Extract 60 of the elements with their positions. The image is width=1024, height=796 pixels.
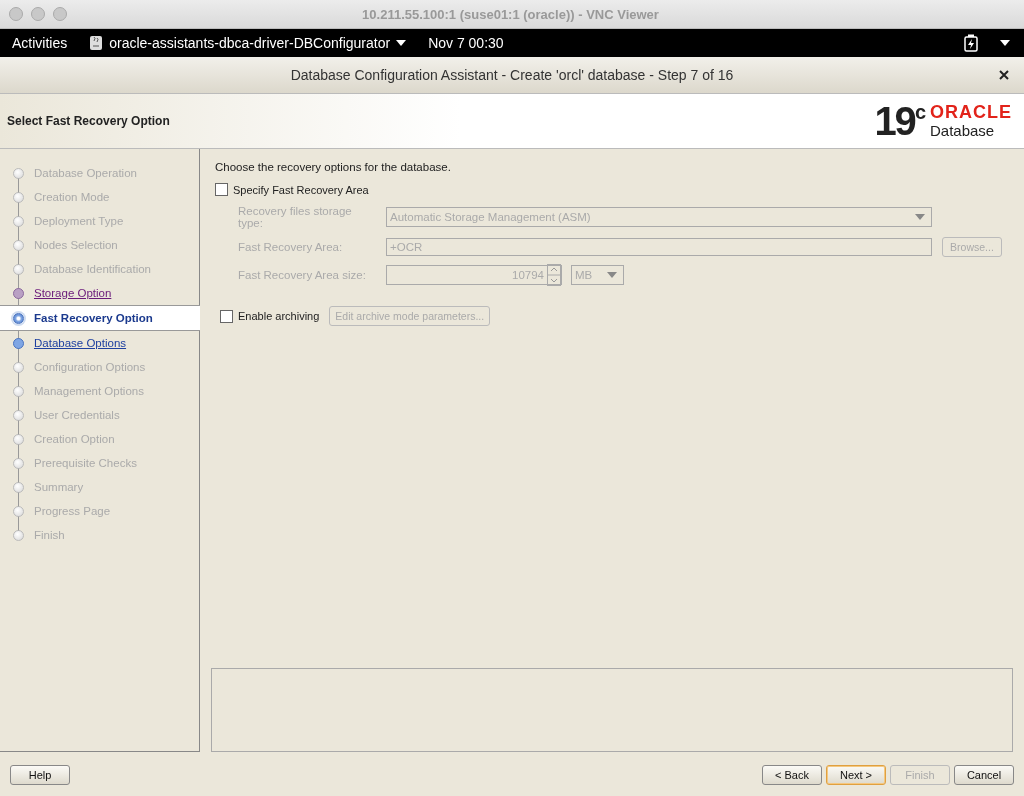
step-dot-icon [13,505,24,517]
step-item[interactable]: Fast Recovery Option [0,305,200,331]
dialog-title: Database Configuration Assistant - Create 'orcl' database - Step 7 of 16 [290,67,734,83]
step-item[interactable]: Storage Option [0,281,199,305]
checkbox[interactable] [215,183,228,196]
step-dot-icon [13,287,24,299]
step-dot-icon [13,529,24,541]
app-icon [89,35,104,51]
step-item[interactable]: Database Operation [0,161,199,185]
checkbox-label: Enable archiving [238,310,320,322]
caret-icon [915,214,925,220]
instruction-text: Choose the recovery options for the database. [215,161,452,173]
step-item[interactable]: User Credentials [0,403,199,427]
step-item[interactable]: Summary [0,475,199,499]
dialog-button[interactable]: Help [10,765,70,785]
step-dot-icon [13,337,24,349]
battery-icon[interactable] [964,34,978,52]
field-label: Fast Recovery Area: [238,241,344,253]
step-item[interactable]: Database Options [0,331,199,355]
step-dot-icon [13,215,24,227]
step-item[interactable]: Creation Option [0,427,199,451]
step-item[interactable]: Progress Page [0,499,199,523]
step-item[interactable]: Database Identification [0,257,199,281]
step-dot-icon [13,263,24,275]
step-dot-icon [13,239,24,251]
step-dot-icon [13,191,24,203]
step-dot-icon [13,481,24,493]
step-dot-icon [13,312,24,324]
step-item[interactable]: Prerequisite Checks [0,451,199,475]
dialog-button[interactable]: Next > [826,765,886,785]
step-item[interactable]: Management Options [0,379,199,403]
product-label: Database [930,122,996,140]
dialog-button[interactable]: Cancel [954,765,1014,785]
step-dot-icon [13,409,24,421]
spinner-arrows-icon [547,264,561,286]
app-menu[interactable]: oracle-assistants-dbca-driver-DBConfigurator [89,35,407,51]
brand-label: ORACLE [930,102,1012,123]
step-dot-icon [13,457,24,469]
caret-icon [396,40,407,46]
step-dot-icon [13,167,24,179]
checkbox-label: Specify Fast Recovery Area [233,183,369,196]
activities-button[interactable]: Activities [12,35,68,51]
step-item[interactable]: Deployment Type [0,209,199,233]
dialog-button[interactable]: < Back [762,765,822,785]
field-label: Fast Recovery Area size: [238,269,367,281]
step-item[interactable]: Nodes Selection [0,233,199,257]
step-item[interactable]: Finish [0,523,199,547]
step-dot-icon [13,361,24,373]
step-item[interactable]: Configuration Options [0,355,199,379]
page-heading: Select Fast Recovery Option [7,114,170,128]
step-dot-icon [13,385,24,397]
clock[interactable]: Nov 7 00:30 [428,35,504,51]
caret-icon[interactable] [1000,40,1010,46]
close-icon[interactable] [999,70,1009,80]
step-item[interactable]: Creation Mode [0,185,199,209]
step-dot-icon [13,433,24,445]
window-title: 10.211.55.100:1 (suse01:1 (oracle)) - VNC Viewer [361,6,660,22]
caret-icon [607,272,617,278]
field-label: Recovery files storage type: [238,205,353,229]
version-label: 19$^{c}$ [874,101,924,141]
